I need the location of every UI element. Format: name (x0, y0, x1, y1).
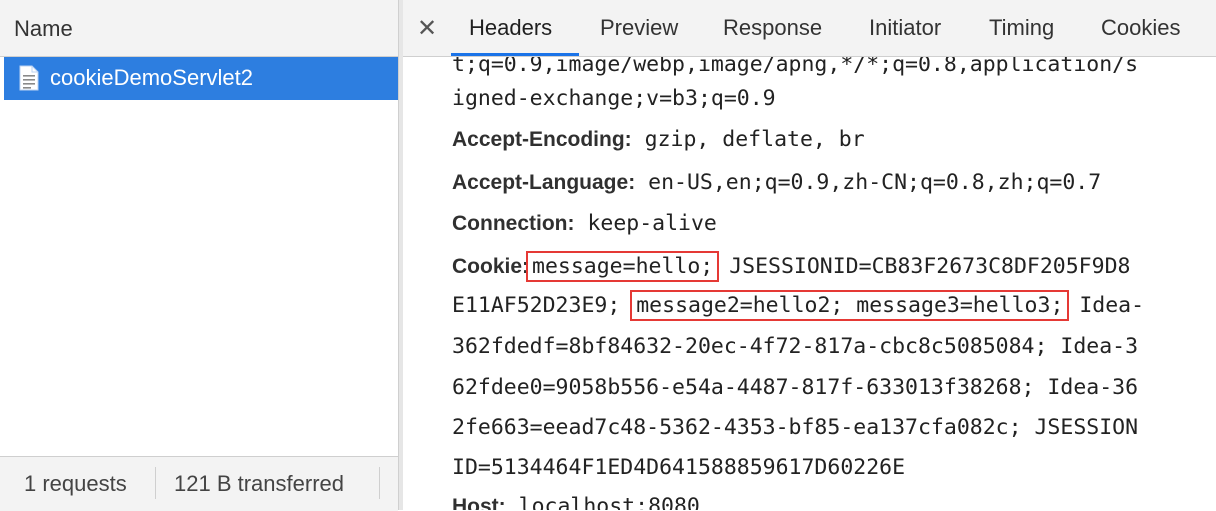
tab-cookies[interactable]: Cookies (1101, 15, 1180, 41)
name-column-header[interactable]: Name (0, 0, 398, 57)
header-value-line: 2fe663=eead7c48-5362-4353-bf85-ea137cfa0… (452, 415, 1139, 440)
highlighted-cookie-message2-message3: message2=hello2; message3=hello3; (630, 290, 1070, 321)
header-value-line: E11AF52D23E9; message2=hello2; message3=… (452, 290, 1145, 321)
tab-timing[interactable]: Timing (989, 15, 1054, 41)
tab-headers[interactable]: Headers (469, 15, 552, 41)
tab-preview[interactable]: Preview (600, 15, 678, 41)
request-row[interactable]: cookieDemoServlet2 (4, 57, 398, 100)
header-value-line: 362fdedf=8bf84632-20ec-4f72-817a-cbc8c50… (452, 334, 1139, 359)
status-footer: 1 requests 121 B transferred (0, 456, 398, 511)
header-value: keep-alive (587, 211, 717, 236)
header-connection: Connection: keep-alive (452, 204, 717, 244)
request-details-panel: ✕ Headers Preview Response Initiator Tim… (403, 0, 1216, 510)
footer-divider (379, 467, 380, 499)
header-value: gzip, deflate, br (644, 127, 865, 152)
tab-initiator[interactable]: Initiator (869, 15, 941, 41)
request-headers-content: t;q=0.9,image/webp,image/apng,*/*;q=0.8,… (403, 57, 1216, 510)
active-tab-indicator (451, 53, 579, 56)
header-host: Host: localhost:8080 (452, 487, 700, 510)
document-icon (19, 65, 39, 91)
request-count: 1 requests (24, 471, 127, 496)
header-key: Cookie: (452, 255, 530, 278)
header-key: Connection: (452, 212, 575, 235)
header-key: Accept-Language: (452, 171, 636, 194)
tab-response[interactable]: Response (723, 15, 822, 41)
request-name: cookieDemoServlet2 (50, 65, 253, 90)
header-value-line: igned-exchange;v=b3;q=0.9 (452, 86, 776, 111)
header-key: Host: (452, 495, 506, 510)
close-icon[interactable]: ✕ (417, 14, 437, 43)
header-value: localhost:8080 (518, 494, 700, 510)
footer-divider (155, 467, 156, 499)
details-tab-bar: ✕ Headers Preview Response Initiator Tim… (403, 0, 1216, 57)
request-list-panel: Name cookieDemoServlet2 1 requests 121 B… (0, 0, 399, 511)
header-value-line: ID=5134464F1ED4D641588859617D60226E (452, 455, 906, 480)
header-accept-encoding: Accept-Encoding: gzip, deflate, br (452, 120, 865, 160)
highlighted-cookie-message: message=hello; (526, 251, 720, 282)
transferred-size: 121 B transferred (174, 471, 344, 496)
header-cookie: Cookie: message=hello; JSESSIONID=CB83F26… (452, 247, 1130, 287)
name-column-label: Name (14, 16, 73, 41)
header-value-line: 62fdee0=9058b556-e54a-4487-817f-633013f3… (452, 375, 1139, 400)
header-value: en-US,en;q=0.9,zh-CN;q=0.8,zh;q=0.7 (648, 170, 1102, 195)
header-key: Accept-Encoding: (452, 128, 632, 151)
header-value: JSESSIONID=CB83F2673C8DF205F9D8 (729, 254, 1131, 279)
header-accept-language: Accept-Language: en-US,en;q=0.9,zh-CN;q=… (452, 163, 1101, 203)
